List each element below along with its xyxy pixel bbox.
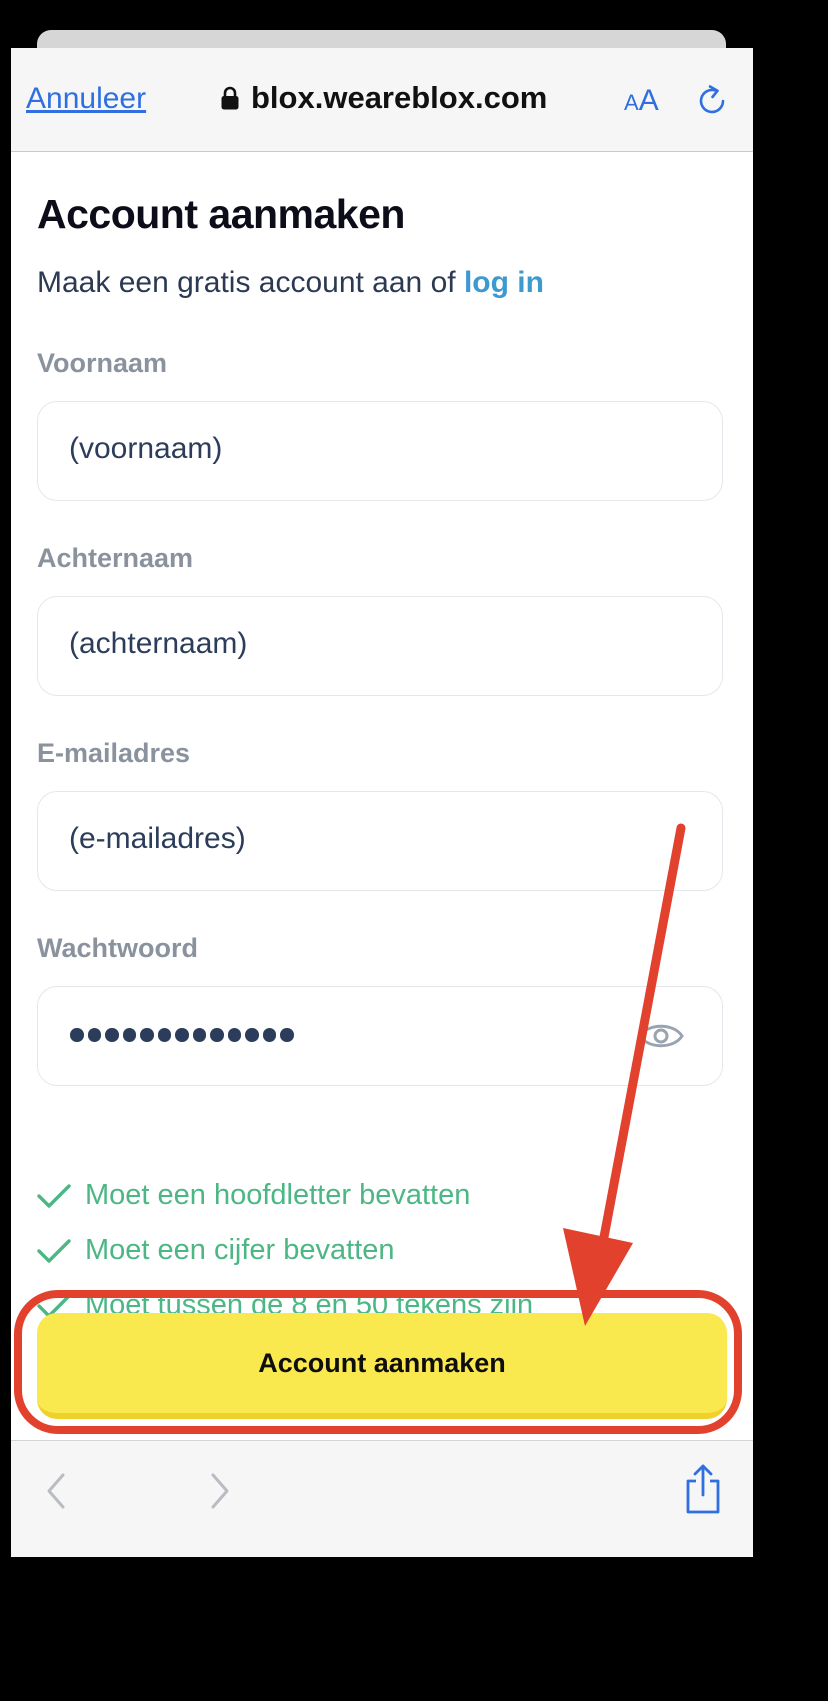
password-dot [105, 1028, 119, 1042]
password-dot [262, 1028, 276, 1042]
last-name-label: Achternaam [37, 543, 194, 573]
url-text: blox.weareblox.com [251, 80, 548, 115]
last-name-field[interactable]: (achternaam) [37, 596, 723, 696]
first-name-label: Voornaam [37, 348, 168, 378]
browser-top-bar: Annuleer blox.weareblox.com AA [11, 48, 753, 152]
back-icon[interactable] [41, 1471, 71, 1511]
page-subtitle: Maak een gratis account aan of log in [37, 266, 544, 299]
rule-uppercase: Moet een hoofdletter bevatten [37, 1179, 470, 1212]
page-title: Account aanmaken [37, 191, 405, 237]
check-icon [37, 1183, 71, 1208]
last-name-value: (achternaam) [69, 627, 248, 660]
password-mask [70, 1028, 294, 1042]
password-dot [245, 1028, 259, 1042]
password-dot [122, 1028, 136, 1042]
password-dot [210, 1028, 224, 1042]
text-size-icon[interactable]: AA [624, 84, 659, 118]
password-dot [157, 1028, 171, 1042]
address-bar[interactable]: blox.weareblox.com [221, 80, 547, 116]
annotation-arrow [563, 823, 686, 1326]
email-value: (e-mailadres) [69, 822, 246, 855]
password-dot [192, 1028, 206, 1042]
password-dot [175, 1028, 189, 1042]
password-dot [227, 1028, 241, 1042]
cancel-button[interactable]: Annuleer [26, 82, 146, 116]
first-name-field[interactable]: (voornaam) [37, 401, 723, 501]
share-icon[interactable] [683, 1463, 723, 1515]
forward-icon[interactable] [205, 1471, 235, 1511]
lock-icon [221, 86, 239, 110]
password-dot [87, 1028, 101, 1042]
password-dot [70, 1028, 84, 1042]
password-label: Wachtwoord [37, 933, 198, 963]
reload-icon[interactable] [696, 84, 730, 118]
check-icon [37, 1238, 71, 1263]
email-label: E-mailadres [37, 738, 191, 768]
password-dot [280, 1028, 294, 1042]
browser-sheet: Annuleer blox.weareblox.com AA Account a… [11, 48, 753, 1557]
browser-bottom-bar [11, 1440, 753, 1557]
rule-digit: Moet een cijfer bevatten [37, 1234, 395, 1267]
login-link[interactable]: log in [464, 266, 544, 299]
password-dot [140, 1028, 154, 1042]
first-name-value: (voornaam) [69, 432, 223, 465]
